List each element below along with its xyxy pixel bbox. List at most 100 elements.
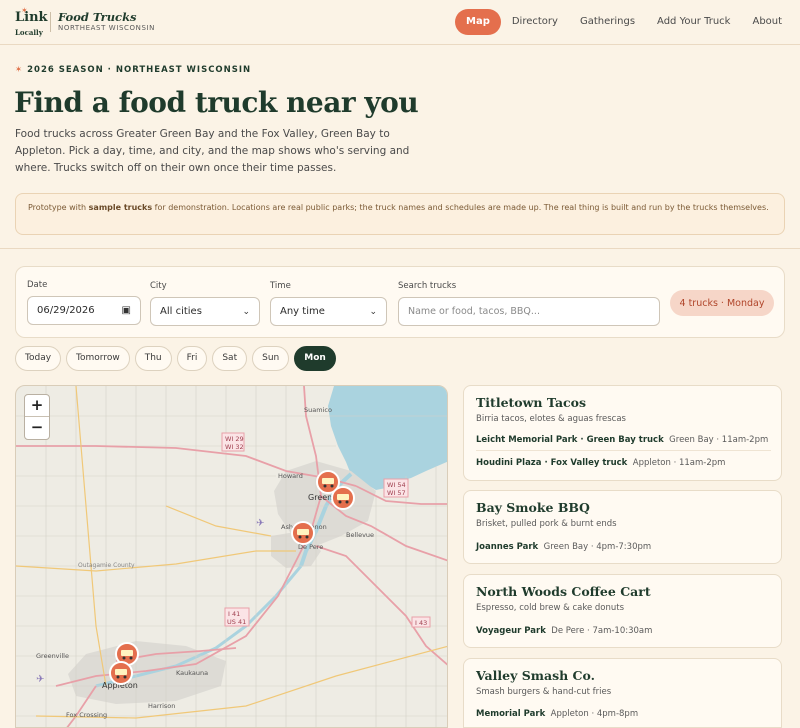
hero-description: Food trucks across Greater Green Bay and… [15,128,410,174]
stop-time: 7am-10:30am [592,626,653,636]
zoom-in-button[interactable]: + [25,395,49,417]
page-title: Find a food truck near you [14,86,419,119]
truck-marker-bay-smoke[interactable] [331,486,355,510]
shield-wi-29: WI 29 [225,435,244,443]
truck-marker-north-woods[interactable] [291,521,315,545]
chevron-down-icon: ⌄ [242,306,250,317]
place-outagamie-county: Outagamie County [78,562,135,569]
link-locally-logo[interactable]: ✶ Link Locally [15,6,48,38]
date-input[interactable]: 06/29/2026 ▣ [27,296,141,325]
stop-row[interactable]: Houdini Plaza · Fox Valley truck Appleto… [476,458,725,468]
truck-description: Birria tacos, elotes & aguas frescas [476,414,626,424]
search-placeholder: Name or food, tacos, BBQ... [408,306,540,317]
nav-link-about[interactable]: About [741,9,793,35]
airport-icon: ✈ [36,674,44,685]
day-chip-fri[interactable]: Fri [176,346,208,371]
calendar-icon[interactable]: ▣ [122,305,131,316]
place-suamico: Suamico [304,406,332,414]
spark-icon: ✶ [15,65,24,75]
city-label: City [150,281,167,291]
truck-description: Espresso, cold brew & cake donuts [476,603,625,613]
nav-link-gatherings[interactable]: Gatherings [569,9,646,35]
brand-title[interactable]: Food Trucks [58,10,137,24]
truck-marker-valley-smash[interactable] [109,661,133,685]
truck-name[interactable]: Titletown Tacos [476,395,586,410]
truck-card[interactable]: Valley Smash Co. Smash burgers & hand-cu… [463,658,782,728]
stop-city: Appleton [550,709,589,719]
season-eyebrow: ✶ 2026 SEASON · NORTHEAST WISCONSIN [15,65,251,75]
notice-prefix: Prototype with [28,203,89,212]
stop-row[interactable]: Voyageur Park De Pere · 7am-10:30am [476,626,652,636]
section-divider [0,248,800,249]
day-chip-thu[interactable]: Thu [134,346,172,371]
truck-name[interactable]: North Woods Coffee Cart [476,584,651,599]
city-value: All cities [160,306,202,317]
stop-city: Green Bay [669,435,714,445]
nav-link-directory[interactable]: Directory [501,9,569,35]
nav-links: Map Directory Gatherings Add Your Truck … [455,9,793,35]
stop-place: Voyageur Park [476,626,546,636]
nav-link-map[interactable]: Map [455,9,501,35]
day-chip-mon[interactable]: Mon [294,346,336,371]
shield-i-43: I 43 [415,619,427,627]
time-select[interactable]: Any time ⌄ [270,297,387,326]
truck-card[interactable]: North Woods Coffee Cart Espresso, cold b… [463,574,782,648]
day-chip-sat[interactable]: Sat [212,346,248,371]
stop-row[interactable]: Leicht Memorial Park · Green Bay truck G… [476,435,768,445]
time-value: Any time [280,306,325,317]
stop-place: Joannes Park [476,542,539,552]
zoom-control: + − [24,394,50,440]
stop-place: Memorial Park [476,709,546,719]
stop-time: 11am-2pm [678,458,726,468]
stop-tag: Fox Valley truck [550,458,628,468]
day-chip-today[interactable]: Today [15,346,62,371]
truck-map[interactable]: WI 29 WI 32 WI 54 WI 57 I 41 US 41 I 43 … [15,385,448,728]
stop-row[interactable]: Memorial Park Appleton · 4pm-8pm [476,709,638,719]
top-nav: ✶ Link Locally Food Trucks NORTHEAST WIS… [0,0,800,45]
chevron-down-icon: ⌄ [369,306,377,317]
search-label: Search trucks [398,281,457,291]
stop-city: Green Bay [543,542,589,552]
stop-time: 4pm-8pm [596,709,639,719]
shield-us-41: US 41 [227,618,246,626]
map-canvas[interactable]: WI 29 WI 32 WI 54 WI 57 I 41 US 41 I 43 … [16,386,448,728]
prototype-notice: Prototype with sample trucks for demonst… [15,193,785,235]
place-kaukauna: Kaukauna [176,669,208,677]
notice-bold: sample trucks [88,203,153,212]
logo-mark: Link [15,10,48,25]
nav-link-add-your-truck[interactable]: Add Your Truck [646,9,741,35]
date-label: Date [27,280,48,290]
stop-time: 4pm-7:30pm [596,542,652,552]
filter-panel: Date 06/29/2026 ▣ City All cities ⌄ Time… [15,266,785,338]
logo-sub: Locally [15,28,43,37]
place-fox-crossing: Fox Crossing [66,711,107,719]
shield-wi-54: WI 54 [387,481,406,489]
city-select[interactable]: All cities ⌄ [150,297,260,326]
date-value: 06/29/2026 [37,305,95,316]
truck-card[interactable]: Bay Smoke BBQ Brisket, pulled pork & bur… [463,490,782,564]
notice-suffix: for demonstration. Locations are real pu… [152,203,769,212]
day-chip-sun[interactable]: Sun [252,346,290,371]
nav-divider [50,12,51,32]
airport-icon: ✈ [256,518,264,529]
truck-card[interactable]: Titletown Tacos Birria tacos, elotes & a… [463,385,782,481]
season-text: 2026 SEASON · NORTHEAST WISCONSIN [27,65,252,75]
shield-i-41: I 41 [228,610,240,618]
stop-place: Houdini Plaza [476,458,542,468]
time-label: Time [270,281,291,291]
truck-description: Brisket, pulled pork & burnt ends [476,519,617,529]
place-greenville: Greenville [36,652,69,660]
shield-wi-32: WI 32 [225,443,244,451]
search-input[interactable]: Name or food, tacos, BBQ... [398,297,660,326]
stop-place: Leicht Memorial Park [476,435,578,445]
stop-divider [476,450,771,451]
truck-name[interactable]: Bay Smoke BBQ [476,500,590,515]
stop-row[interactable]: Joannes Park Green Bay · 4pm-7:30pm [476,542,651,552]
brand-subtitle: NORTHEAST WISCONSIN [58,24,156,32]
day-chip-tomorrow[interactable]: Tomorrow [66,346,130,371]
zoom-out-button[interactable]: − [25,417,49,439]
place-harrison: Harrison [148,702,175,710]
place-bellevue: Bellevue [346,531,374,539]
stop-tag: Green Bay truck [586,435,664,445]
truck-name[interactable]: Valley Smash Co. [476,668,595,683]
